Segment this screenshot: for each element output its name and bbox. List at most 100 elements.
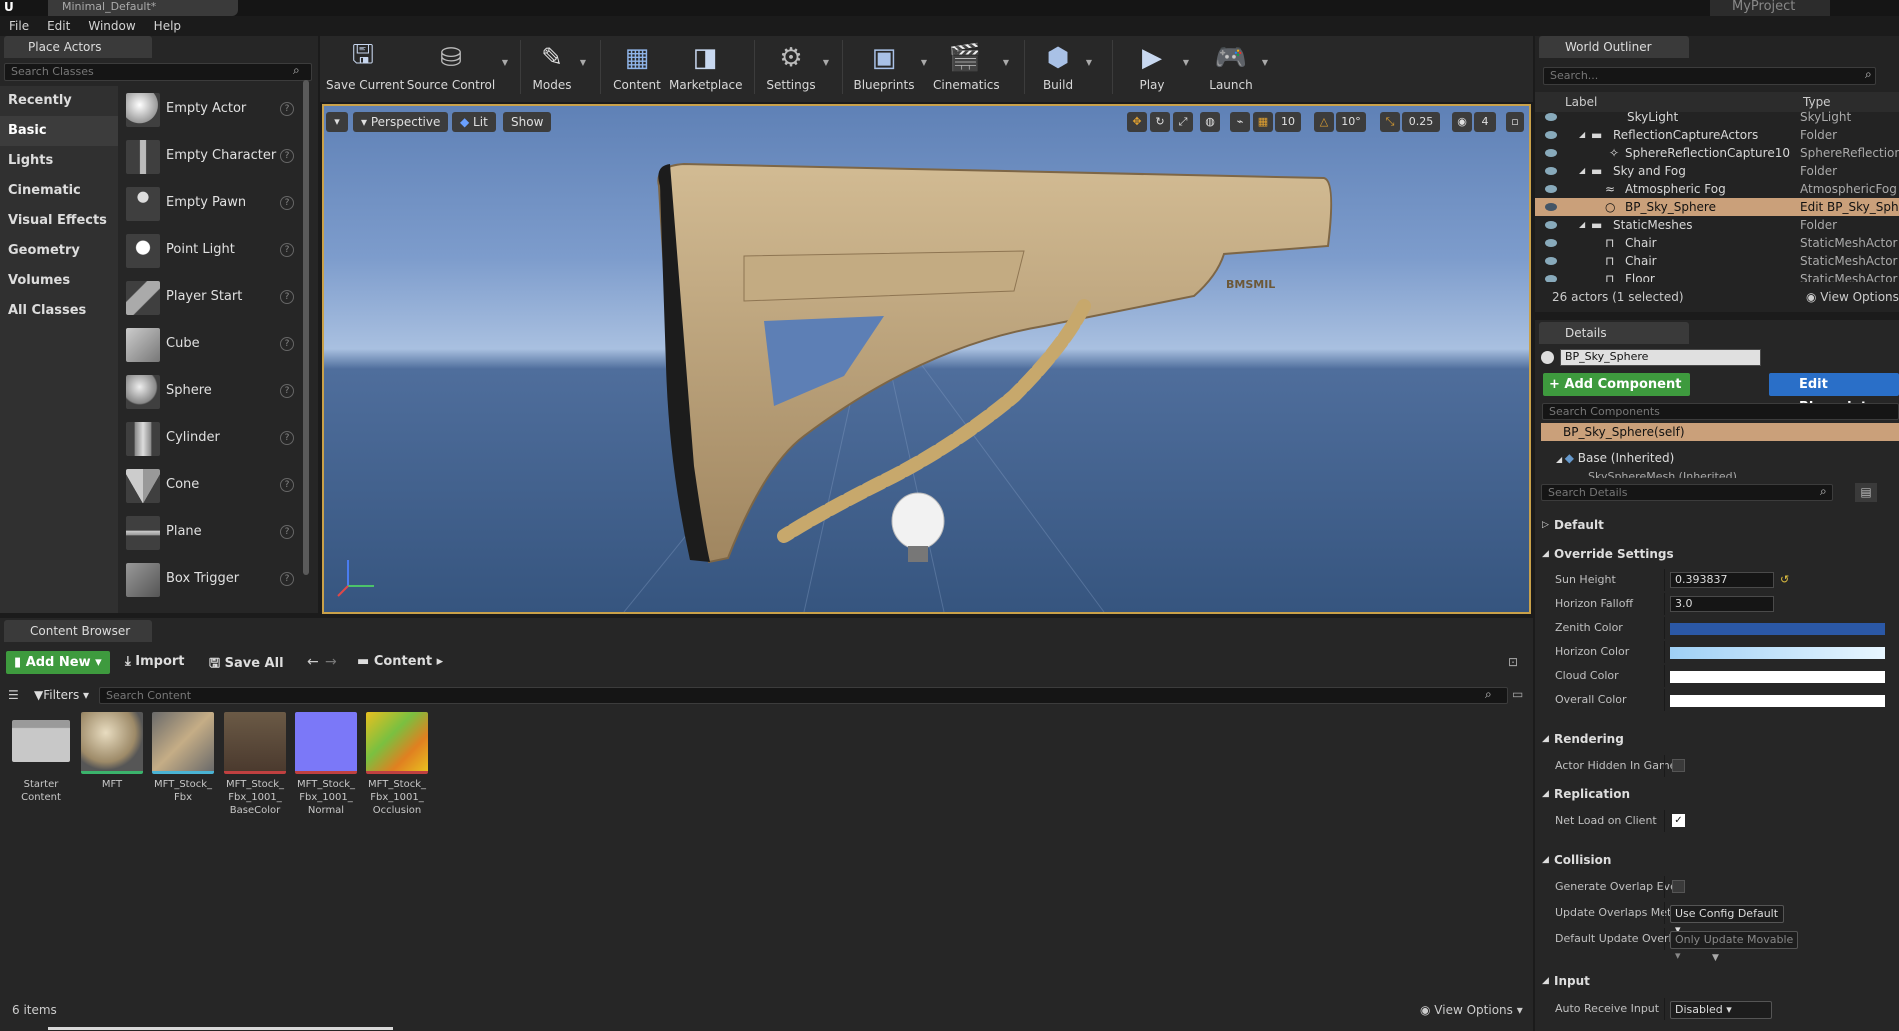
source-control-button[interactable]: ⛁ Source Control ▼ <box>406 38 508 96</box>
add-component-button[interactable]: + Add Component <box>1543 373 1690 396</box>
content-button[interactable]: ▦ Content <box>612 38 662 96</box>
category-visual-effects[interactable]: Visual Effects <box>0 206 118 236</box>
content-browser-tab[interactable]: Content Browser <box>4 620 152 642</box>
filters-button[interactable]: ▼Filters ▾ <box>34 688 89 702</box>
help-icon[interactable]: ? <box>280 290 294 304</box>
play-button[interactable]: ▶ Play ▼ <box>1127 38 1189 96</box>
collapse-arrow-icon[interactable]: ◢ <box>1579 216 1585 234</box>
dropdown-arrow-icon[interactable]: ▼ <box>580 58 586 67</box>
visibility-eye-icon[interactable] <box>1545 130 1557 140</box>
actor-item[interactable]: Sphere? <box>120 369 300 416</box>
camera-speed-value[interactable]: 4 <box>1474 112 1496 132</box>
search-content-input[interactable]: Search Content <box>99 687 1508 704</box>
search-classes-input[interactable]: Search Classes <box>4 63 312 81</box>
visibility-eye-icon[interactable] <box>1545 256 1557 266</box>
component-base-row[interactable]: ◢ ◆ Base (Inherited) <box>1556 451 1674 465</box>
edit-blueprint-link[interactable]: Edit BP_Sky_Sph <box>1800 198 1899 216</box>
actor-item[interactable]: Cube? <box>120 322 300 369</box>
forward-arrow-icon[interactable]: → <box>325 654 337 670</box>
outliner-row[interactable]: ◢ ▬ Sky and Fog Folder <box>1535 162 1899 180</box>
actor-item[interactable]: Empty Pawn? <box>120 181 300 228</box>
dropdown-arrow-icon[interactable]: ▼ <box>1262 58 1268 67</box>
grid-snap-value[interactable]: 10 <box>1275 112 1301 132</box>
net-load-checkbox[interactable]: ✓ <box>1672 814 1685 827</box>
visibility-eye-icon[interactable] <box>1545 274 1557 282</box>
help-icon[interactable]: ? <box>280 196 294 210</box>
content-view-options[interactable]: ◉ View Options ▾ <box>1420 1003 1523 1017</box>
add-new-button[interactable]: ▮ Add New ▾ <box>6 651 110 674</box>
help-icon[interactable]: ? <box>280 478 294 492</box>
section-collision[interactable]: ◢ Collision <box>1540 849 1899 871</box>
outliner-row[interactable]: ⊓ Floor StaticMeshActor <box>1535 270 1899 282</box>
surface-snap-icon[interactable]: ⌁ <box>1230 112 1250 132</box>
section-input[interactable]: ◢ Input <box>1540 970 1899 992</box>
path-breadcrumb[interactable]: ▬ Content ▸ <box>357 654 443 669</box>
horizon-falloff-input[interactable]: 3.0 <box>1670 596 1774 612</box>
save-current-button[interactable]: 🖫 Save Current <box>326 38 404 96</box>
back-arrow-icon[interactable]: ← <box>307 654 319 670</box>
visibility-eye-icon[interactable] <box>1545 166 1557 176</box>
help-icon[interactable]: ? <box>280 572 294 586</box>
show-button[interactable]: Show <box>503 112 552 132</box>
actor-item[interactable]: Box Trigger? <box>120 557 300 604</box>
menu-window[interactable]: Window <box>79 16 144 36</box>
asset-tile[interactable]: MFT <box>79 712 145 791</box>
sun-height-input[interactable]: 0.393837 <box>1670 572 1774 588</box>
outliner-row[interactable]: ✧ SphereReflectionCapture10 SphereReflecti… <box>1535 144 1899 162</box>
viewport-options-button[interactable]: ▾ <box>326 112 348 132</box>
dropdown-arrow-icon[interactable]: ▼ <box>921 58 927 67</box>
visibility-eye-icon[interactable] <box>1545 148 1557 158</box>
asset-tile[interactable]: MFT_Stock_ Fbx_1001_ BaseColor <box>222 712 288 817</box>
dropdown-arrow-icon[interactable]: ▼ <box>502 58 508 67</box>
generate-overlap-checkbox[interactable] <box>1672 880 1685 893</box>
collapse-arrow-icon[interactable]: ◢ <box>1579 162 1585 180</box>
blueprints-button[interactable]: ▣ Blueprints ▼ <box>853 38 927 96</box>
advanced-expand-icon[interactable]: ▼ <box>1712 953 1719 963</box>
actor-item[interactable]: Point Light? <box>120 228 300 275</box>
sources-toggle-icon[interactable]: ☰ <box>8 688 19 702</box>
lit-button[interactable]: ◆ Lit <box>452 112 496 132</box>
visibility-eye-icon[interactable] <box>1545 238 1557 248</box>
property-matrix-icon[interactable]: ▤ <box>1855 483 1877 502</box>
dropdown-arrow-icon[interactable]: ▼ <box>823 58 829 67</box>
help-icon[interactable]: ? <box>280 243 294 257</box>
component-self-row[interactable]: BP_Sky_Sphere(self) <box>1541 423 1899 441</box>
import-button[interactable]: ⤓ Import <box>125 654 185 669</box>
dropdown-arrow-icon[interactable]: ▼ <box>1183 58 1189 67</box>
dropdown-arrow-icon[interactable]: ▼ <box>1086 58 1092 67</box>
reset-to-default-icon[interactable]: ↺ <box>1780 569 1789 591</box>
section-override-settings[interactable]: ◢ Override Settings <box>1540 543 1899 565</box>
cloud-color-swatch[interactable] <box>1670 671 1885 683</box>
edit-blueprint-button[interactable]: Edit Blueprint <box>1769 373 1899 415</box>
modes-button[interactable]: ✎ Modes ▼ <box>530 38 586 96</box>
visibility-eye-icon[interactable] <box>1545 202 1557 212</box>
help-icon[interactable]: ? <box>280 102 294 116</box>
help-icon[interactable]: ? <box>280 431 294 445</box>
menu-edit[interactable]: Edit <box>38 16 79 36</box>
menu-file[interactable]: File <box>0 16 38 36</box>
actor-item[interactable]: Empty Character? <box>120 134 300 181</box>
settings-button[interactable]: ⚙ Settings ▼ <box>765 38 829 96</box>
camera-speed-icon[interactable]: ◉ <box>1452 112 1472 132</box>
outliner-search-input[interactable]: Search... <box>1543 67 1876 85</box>
overall-color-swatch[interactable] <box>1670 695 1885 707</box>
scale-mode-icon[interactable]: ⤢ <box>1173 112 1193 132</box>
launch-button[interactable]: 🎮 Launch ▼ <box>1206 38 1268 96</box>
help-icon[interactable]: ? <box>280 337 294 351</box>
actor-item[interactable]: Player Start? <box>120 275 300 322</box>
outliner-row[interactable]: ≈ Atmospheric Fog AtmosphericFog <box>1535 180 1899 198</box>
rotate-mode-icon[interactable]: ↻ <box>1150 112 1170 132</box>
asset-tile[interactable]: MFT_Stock_ Fbx <box>150 712 216 804</box>
world-space-icon[interactable]: ◍ <box>1200 112 1220 132</box>
component-mesh-row[interactable]: SkySphereMesh (Inherited) <box>1588 470 1737 478</box>
type-column-header[interactable]: Type <box>1803 95 1831 109</box>
visibility-eye-icon[interactable] <box>1545 220 1557 230</box>
rotation-snap-icon[interactable]: △ <box>1314 112 1334 132</box>
help-icon[interactable]: ? <box>280 525 294 539</box>
auto-receive-dropdown[interactable]: Disabled ▾ <box>1670 1001 1772 1019</box>
outliner-row[interactable]: SkyLight SkyLight <box>1535 108 1899 126</box>
update-overlaps-dropdown[interactable]: Use Config Default ▾ <box>1670 905 1784 936</box>
category-basic[interactable]: Basic <box>0 116 118 146</box>
category-recently-placed[interactable]: Recently Placed <box>0 86 118 138</box>
help-icon[interactable]: ? <box>280 384 294 398</box>
